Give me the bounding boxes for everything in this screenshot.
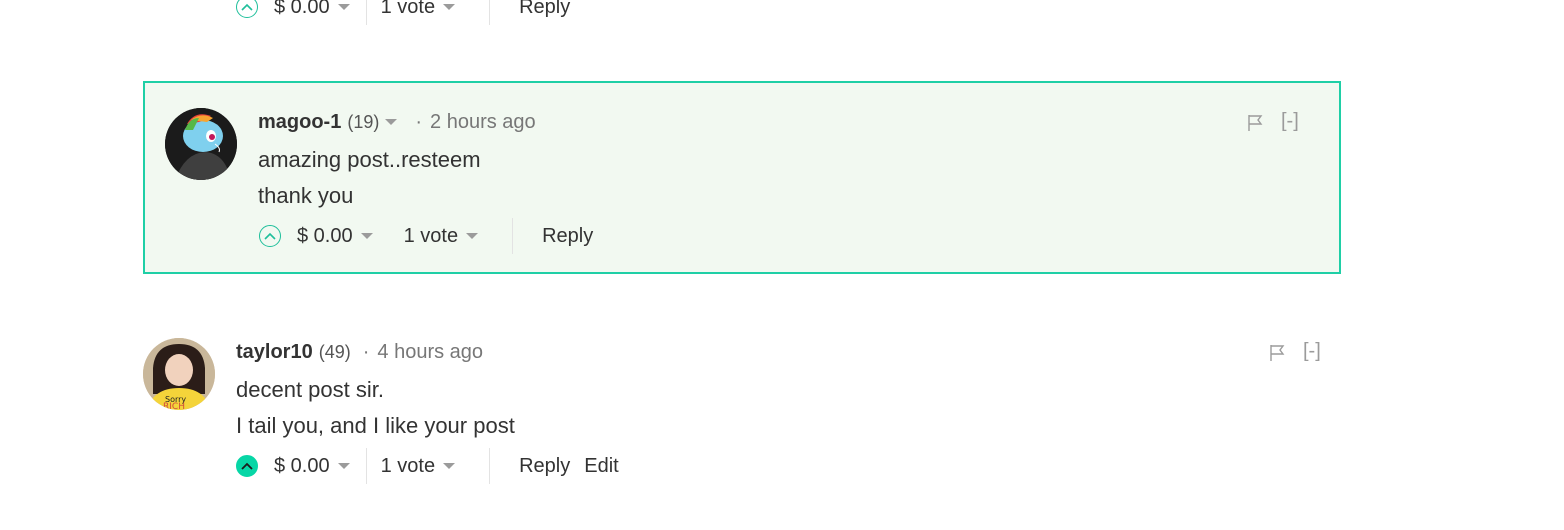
chevron-up-icon bbox=[241, 3, 253, 11]
vote-count[interactable]: 1 vote bbox=[404, 225, 458, 248]
reply-button[interactable]: Reply bbox=[519, 455, 570, 478]
separator-dot: · bbox=[362, 340, 370, 363]
upvote-button[interactable] bbox=[259, 225, 281, 247]
divider bbox=[489, 448, 491, 484]
author-reputation: (49) bbox=[318, 341, 351, 362]
user-avatar-image: Sorry RICH bbox=[143, 338, 215, 410]
comment-header: taylor10 (49) · 4 hours ago bbox=[236, 338, 483, 366]
comment-actions: $ 0.00 1 vote Reply bbox=[259, 218, 593, 254]
payout-value[interactable]: $ 0.00 bbox=[274, 455, 330, 478]
chevron-up-icon bbox=[241, 462, 253, 470]
comment-line: thank you bbox=[258, 183, 354, 208]
comment-body: decent post sir. I tail you, and I like … bbox=[236, 372, 515, 444]
reply-button[interactable]: Reply bbox=[519, 0, 570, 19]
payout-dropdown-icon[interactable] bbox=[337, 463, 350, 469]
divider bbox=[512, 218, 514, 254]
vote-count[interactable]: 1 vote bbox=[381, 0, 435, 19]
avatar[interactable]: Sorry RICH bbox=[143, 338, 215, 410]
author-name[interactable]: taylor10 bbox=[236, 341, 313, 364]
upvote-button[interactable] bbox=[236, 0, 258, 18]
svg-text:RICH: RICH bbox=[163, 402, 185, 410]
reply-button[interactable]: Reply bbox=[542, 225, 593, 248]
chevron-up-icon bbox=[264, 232, 276, 240]
payout-value[interactable]: $ 0.00 bbox=[297, 225, 353, 248]
author-name[interactable]: magoo-1 bbox=[258, 111, 341, 134]
separator-dot: · bbox=[415, 110, 423, 133]
votes-dropdown-icon[interactable] bbox=[466, 233, 479, 239]
divider bbox=[365, 0, 367, 25]
comment-line: amazing post..resteem bbox=[258, 147, 481, 172]
avatar[interactable] bbox=[165, 108, 237, 180]
votes-dropdown-icon[interactable] bbox=[443, 463, 456, 469]
timestamp[interactable]: 2 hours ago bbox=[430, 111, 536, 134]
collapse-button[interactable]: [-] bbox=[1281, 110, 1299, 133]
divider bbox=[389, 218, 390, 254]
comment-line: decent post sir. bbox=[236, 377, 384, 402]
edit-button[interactable]: Edit bbox=[584, 455, 618, 478]
payout-dropdown-icon[interactable] bbox=[360, 233, 373, 239]
pony-avatar-image bbox=[165, 108, 237, 180]
comment-body: amazing post..resteem thank you bbox=[258, 142, 481, 214]
top-comment-actions: $ 0.00 1 vote Reply bbox=[236, 0, 570, 25]
author-menu-icon[interactable] bbox=[385, 119, 398, 125]
payout-value[interactable]: $ 0.00 bbox=[274, 0, 330, 19]
flag-icon[interactable] bbox=[1269, 344, 1285, 362]
flag-icon[interactable] bbox=[1247, 114, 1263, 132]
divider bbox=[365, 448, 367, 484]
author-reputation: (19) bbox=[347, 111, 380, 132]
timestamp[interactable]: 4 hours ago bbox=[377, 341, 483, 364]
collapse-button[interactable]: [-] bbox=[1303, 340, 1321, 363]
votes-dropdown-icon[interactable] bbox=[443, 4, 456, 10]
comment-actions: $ 0.00 1 vote Reply Edit bbox=[236, 448, 619, 484]
divider bbox=[489, 0, 491, 25]
comment-line: I tail you, and I like your post bbox=[236, 413, 515, 438]
upvote-button[interactable] bbox=[236, 455, 258, 477]
comment-header: magoo-1 (19) · 2 hours ago bbox=[258, 108, 536, 136]
payout-dropdown-icon[interactable] bbox=[337, 4, 350, 10]
vote-count[interactable]: 1 vote bbox=[381, 455, 435, 478]
